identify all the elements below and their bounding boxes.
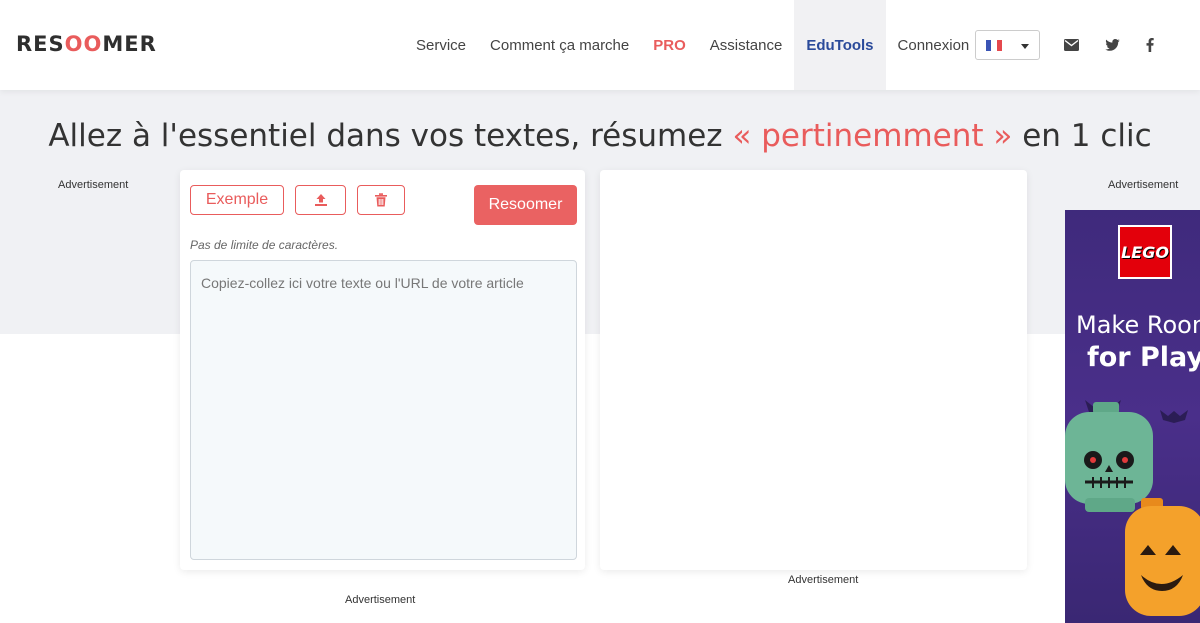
nav-item-edutools[interactable]: EduTools	[794, 0, 886, 90]
resoomer-submit-button[interactable]: Resoomer	[474, 185, 577, 225]
ad-label-below-input: Advertisement	[345, 594, 416, 606]
facebook-icon[interactable]	[1142, 37, 1158, 53]
ad-label-right: Advertisement	[1108, 179, 1179, 191]
french-flag-icon	[986, 39, 1002, 51]
lego-minifig-heads-illustration	[1065, 400, 1200, 616]
resoomer-logo[interactable]: RESOOMER	[16, 32, 157, 56]
lego-logo-text: LEGO	[1121, 242, 1169, 262]
nav-item-how-it-works[interactable]: Comment ça marche	[478, 0, 641, 90]
character-limit-hint: Pas de limite de caractères.	[190, 238, 339, 252]
language-select[interactable]	[975, 30, 1040, 60]
ad-headline-line2: for Play	[1087, 342, 1200, 373]
headline-suffix: en 1 clic	[1022, 118, 1152, 154]
main-nav: Service Comment ça marche PRO Assistance…	[404, 0, 981, 90]
headline-accent: « pertinemment »	[732, 118, 1013, 154]
logo-text-part3: MER	[102, 32, 157, 56]
lego-logo: LEGO	[1118, 225, 1172, 279]
example-button[interactable]: Exemple	[190, 185, 284, 215]
nav-item-assistance[interactable]: Assistance	[698, 0, 795, 90]
output-panel	[600, 170, 1027, 570]
nav-item-pro[interactable]: PRO	[641, 0, 698, 90]
ad-headline-line1: Make Room	[1076, 311, 1200, 339]
logo-text-part2: OO	[64, 32, 103, 56]
nav-item-service[interactable]: Service	[404, 0, 478, 90]
nav-item-connexion[interactable]: Connexion	[886, 0, 982, 90]
headline-text: Allez à l'essentiel dans vos textes, rés…	[48, 118, 723, 154]
input-panel: Exemple Resoomer Pas de limite de caract…	[180, 170, 585, 570]
upload-icon	[314, 194, 327, 206]
trash-icon	[375, 193, 387, 207]
site-header: RESOOMER Service Comment ça marche PRO A…	[0, 0, 1200, 90]
text-input[interactable]	[190, 260, 577, 560]
clear-button[interactable]	[357, 185, 405, 215]
mail-icon[interactable]	[1063, 37, 1079, 53]
logo-text-part1: RES	[16, 32, 65, 56]
twitter-icon[interactable]	[1104, 37, 1120, 53]
ad-label-below-output: Advertisement	[788, 574, 859, 586]
lego-ad-banner[interactable]: LEGO Make Room for Play	[1065, 210, 1200, 623]
upload-button[interactable]	[295, 185, 346, 215]
chevron-down-icon	[1021, 44, 1029, 49]
ad-label-left: Advertisement	[58, 179, 129, 191]
page-headline: Allez à l'essentiel dans vos textes, rés…	[0, 118, 1200, 154]
